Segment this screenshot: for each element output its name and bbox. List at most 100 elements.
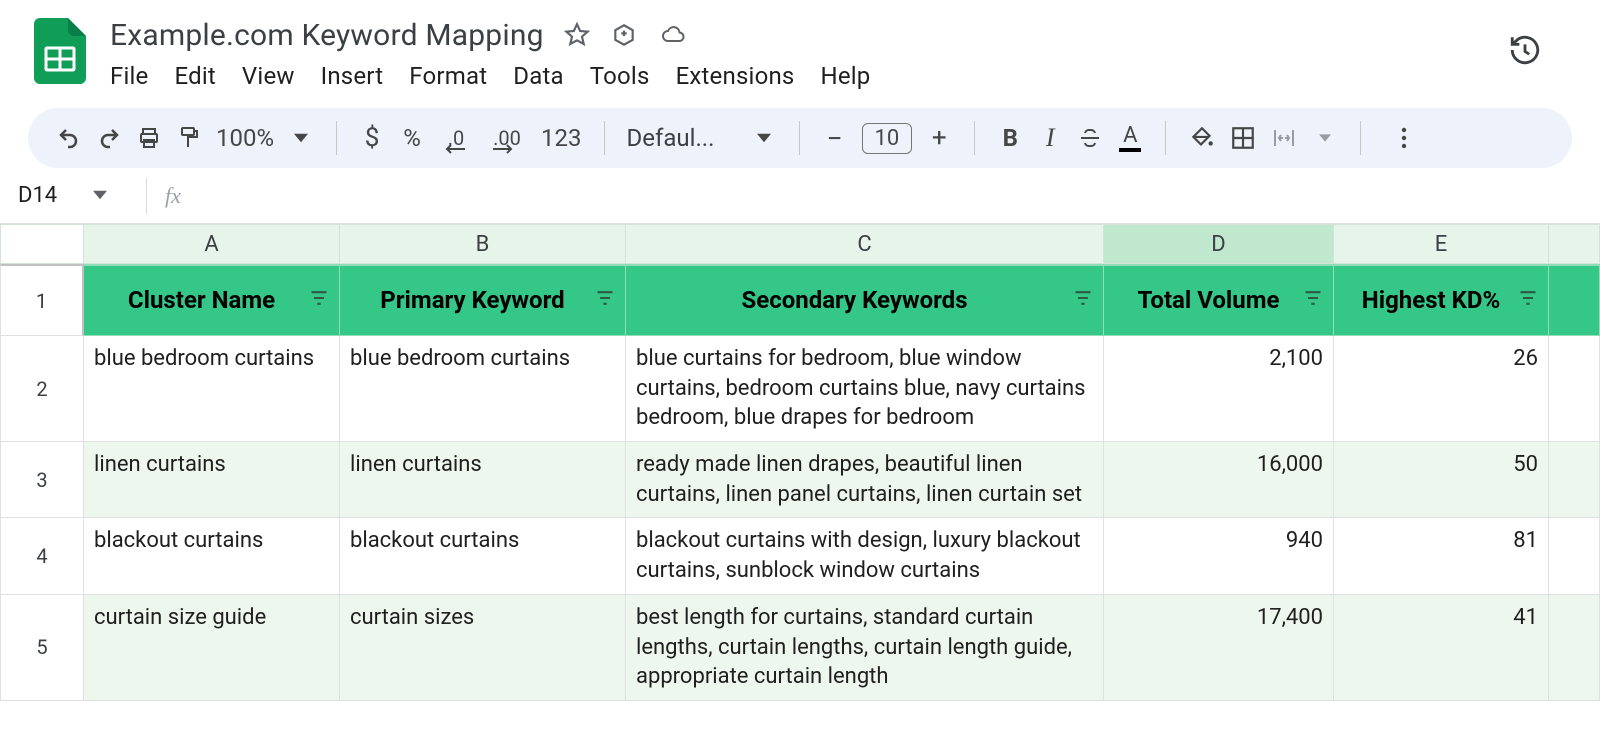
strikethrough-button[interactable] [1077,126,1103,150]
menu-data[interactable]: Data [513,62,564,90]
cell-cluster-name[interactable]: blackout curtains [84,518,340,594]
formula-bar: D14 fx [0,168,1600,224]
filter-icon[interactable] [1303,284,1323,316]
row-header[interactable]: 2 [0,336,84,442]
print-icon[interactable] [136,126,162,150]
menu-edit[interactable]: Edit [174,62,215,90]
menu-insert[interactable]: Insert [321,62,384,90]
select-all-corner[interactable] [0,224,84,264]
fx-icon: fx [165,183,181,209]
cell-total-volume[interactable]: 940 [1104,518,1334,594]
col-header-E[interactable]: E [1334,224,1549,264]
borders-button[interactable] [1230,125,1256,151]
toolbar-separator [1165,121,1166,155]
row-header-1[interactable]: 1 [0,264,84,336]
toolbar-separator [1360,121,1361,155]
filter-icon[interactable] [309,284,329,316]
col-header-B[interactable]: B [340,224,626,264]
header: Example.com Keyword Mapping File Edit Vi… [0,0,1600,94]
row-header[interactable]: 3 [0,442,84,518]
cell-secondary-keywords[interactable]: ready made linen drapes, beautiful linen… [626,442,1104,518]
font-size-decrease[interactable]: − [822,122,848,155]
table-row: 3linen curtainslinen curtainsready made … [0,442,1600,518]
divider [146,178,147,214]
more-tools-icon[interactable] [1391,126,1417,150]
cell-primary-keyword[interactable]: blackout curtains [340,518,626,594]
col-header-D[interactable]: D [1104,224,1334,264]
font-dropdown-icon[interactable] [751,131,777,145]
cell-total-volume[interactable]: 2,100 [1104,336,1334,442]
decrease-decimals-icon[interactable]: .0 [439,126,473,150]
menu-view[interactable]: View [242,62,295,90]
paint-format-icon[interactable] [176,125,202,151]
cell-cluster-name[interactable]: curtain size guide [84,595,340,701]
history-icon[interactable] [1508,33,1542,71]
menu-bar: File Edit View Insert Format Data Tools … [110,56,1508,90]
move-icon[interactable] [610,22,638,48]
font-size-increase[interactable]: + [926,123,952,153]
col-header-C[interactable]: C [626,224,1104,264]
cell-highest-kd[interactable]: 41 [1334,595,1549,701]
row-header[interactable]: 5 [0,595,84,701]
cell-primary-keyword[interactable]: blue bedroom curtains [340,336,626,442]
cell-secondary-keywords[interactable]: blue curtains for bedroom, blue window c… [626,336,1104,442]
cell-overflow [1549,336,1600,442]
filter-icon[interactable] [1073,284,1093,316]
cell-secondary-keywords[interactable]: best length for curtains, standard curta… [626,595,1104,701]
format-percent[interactable]: % [399,124,425,152]
cell-primary-keyword[interactable]: curtain sizes [340,595,626,701]
merge-dropdown-icon[interactable] [1312,132,1338,144]
cell-total-volume[interactable]: 17,400 [1104,595,1334,701]
header-cell-primary-keyword[interactable]: Primary Keyword [340,264,626,336]
italic-button[interactable]: I [1037,123,1063,153]
cell-overflow [1549,442,1600,518]
header-cell-secondary-keywords[interactable]: Secondary Keywords [626,264,1104,336]
menu-tools[interactable]: Tools [590,62,650,90]
redo-icon[interactable] [96,126,122,150]
fill-color-button[interactable] [1188,125,1216,151]
zoom-level[interactable]: 100% [216,124,274,152]
header-cell-cluster-name[interactable]: Cluster Name [84,264,340,336]
cell-secondary-keywords[interactable]: blackout curtains with design, luxury bl… [626,518,1104,594]
toolbar-separator [799,121,800,155]
increase-decimals-icon[interactable]: .00 [487,126,527,150]
header-cell-highest-kd[interactable]: Highest KD% [1334,264,1549,336]
zoom-dropdown-icon[interactable] [288,131,314,145]
cell-highest-kd[interactable]: 50 [1334,442,1549,518]
doc-title[interactable]: Example.com Keyword Mapping [110,18,544,53]
undo-icon[interactable] [56,126,82,150]
text-color-button[interactable]: A [1117,125,1143,152]
bold-button[interactable]: B [997,124,1023,152]
menu-format[interactable]: Format [409,62,487,90]
menu-help[interactable]: Help [821,62,871,90]
menu-extensions[interactable]: Extensions [676,62,795,90]
cell-reference[interactable]: D14 [18,183,57,208]
cell-cluster-name[interactable]: linen curtains [84,442,340,518]
cell-total-volume[interactable]: 16,000 [1104,442,1334,518]
toolbar-separator [604,121,605,155]
col-header-A[interactable]: A [84,224,340,264]
cloud-status-icon[interactable] [658,23,688,47]
cell-overflow [1549,595,1600,701]
cell-cluster-name[interactable]: blue bedroom curtains [84,336,340,442]
spreadsheet-grid: A B C D E 1 Cluster Name Primary Keyword… [0,224,1600,701]
star-icon[interactable] [564,22,590,48]
font-size-input[interactable]: 10 [862,123,913,154]
filter-icon[interactable] [1518,284,1538,316]
cell-highest-kd[interactable]: 81 [1334,518,1549,594]
number-format[interactable]: 123 [541,124,581,152]
filter-icon[interactable] [595,284,615,316]
merge-cells-button[interactable] [1270,126,1298,150]
format-currency[interactable]: $ [359,123,385,153]
table-row: 4blackout curtainsblackout curtainsblack… [0,518,1600,594]
menu-file[interactable]: File [110,62,148,90]
header-cell-total-volume[interactable]: Total Volume [1104,264,1334,336]
namebox-dropdown-icon[interactable] [93,183,107,208]
col-header-F[interactable] [1549,224,1600,264]
cell-highest-kd[interactable]: 26 [1334,336,1549,442]
sheets-logo [34,18,86,84]
toolbar: 100% $ % .0 .00 123 Defaul... − 10 + B I… [28,108,1572,168]
cell-primary-keyword[interactable]: linen curtains [340,442,626,518]
font-family[interactable]: Defaul... [627,124,737,152]
row-header[interactable]: 4 [0,518,84,594]
